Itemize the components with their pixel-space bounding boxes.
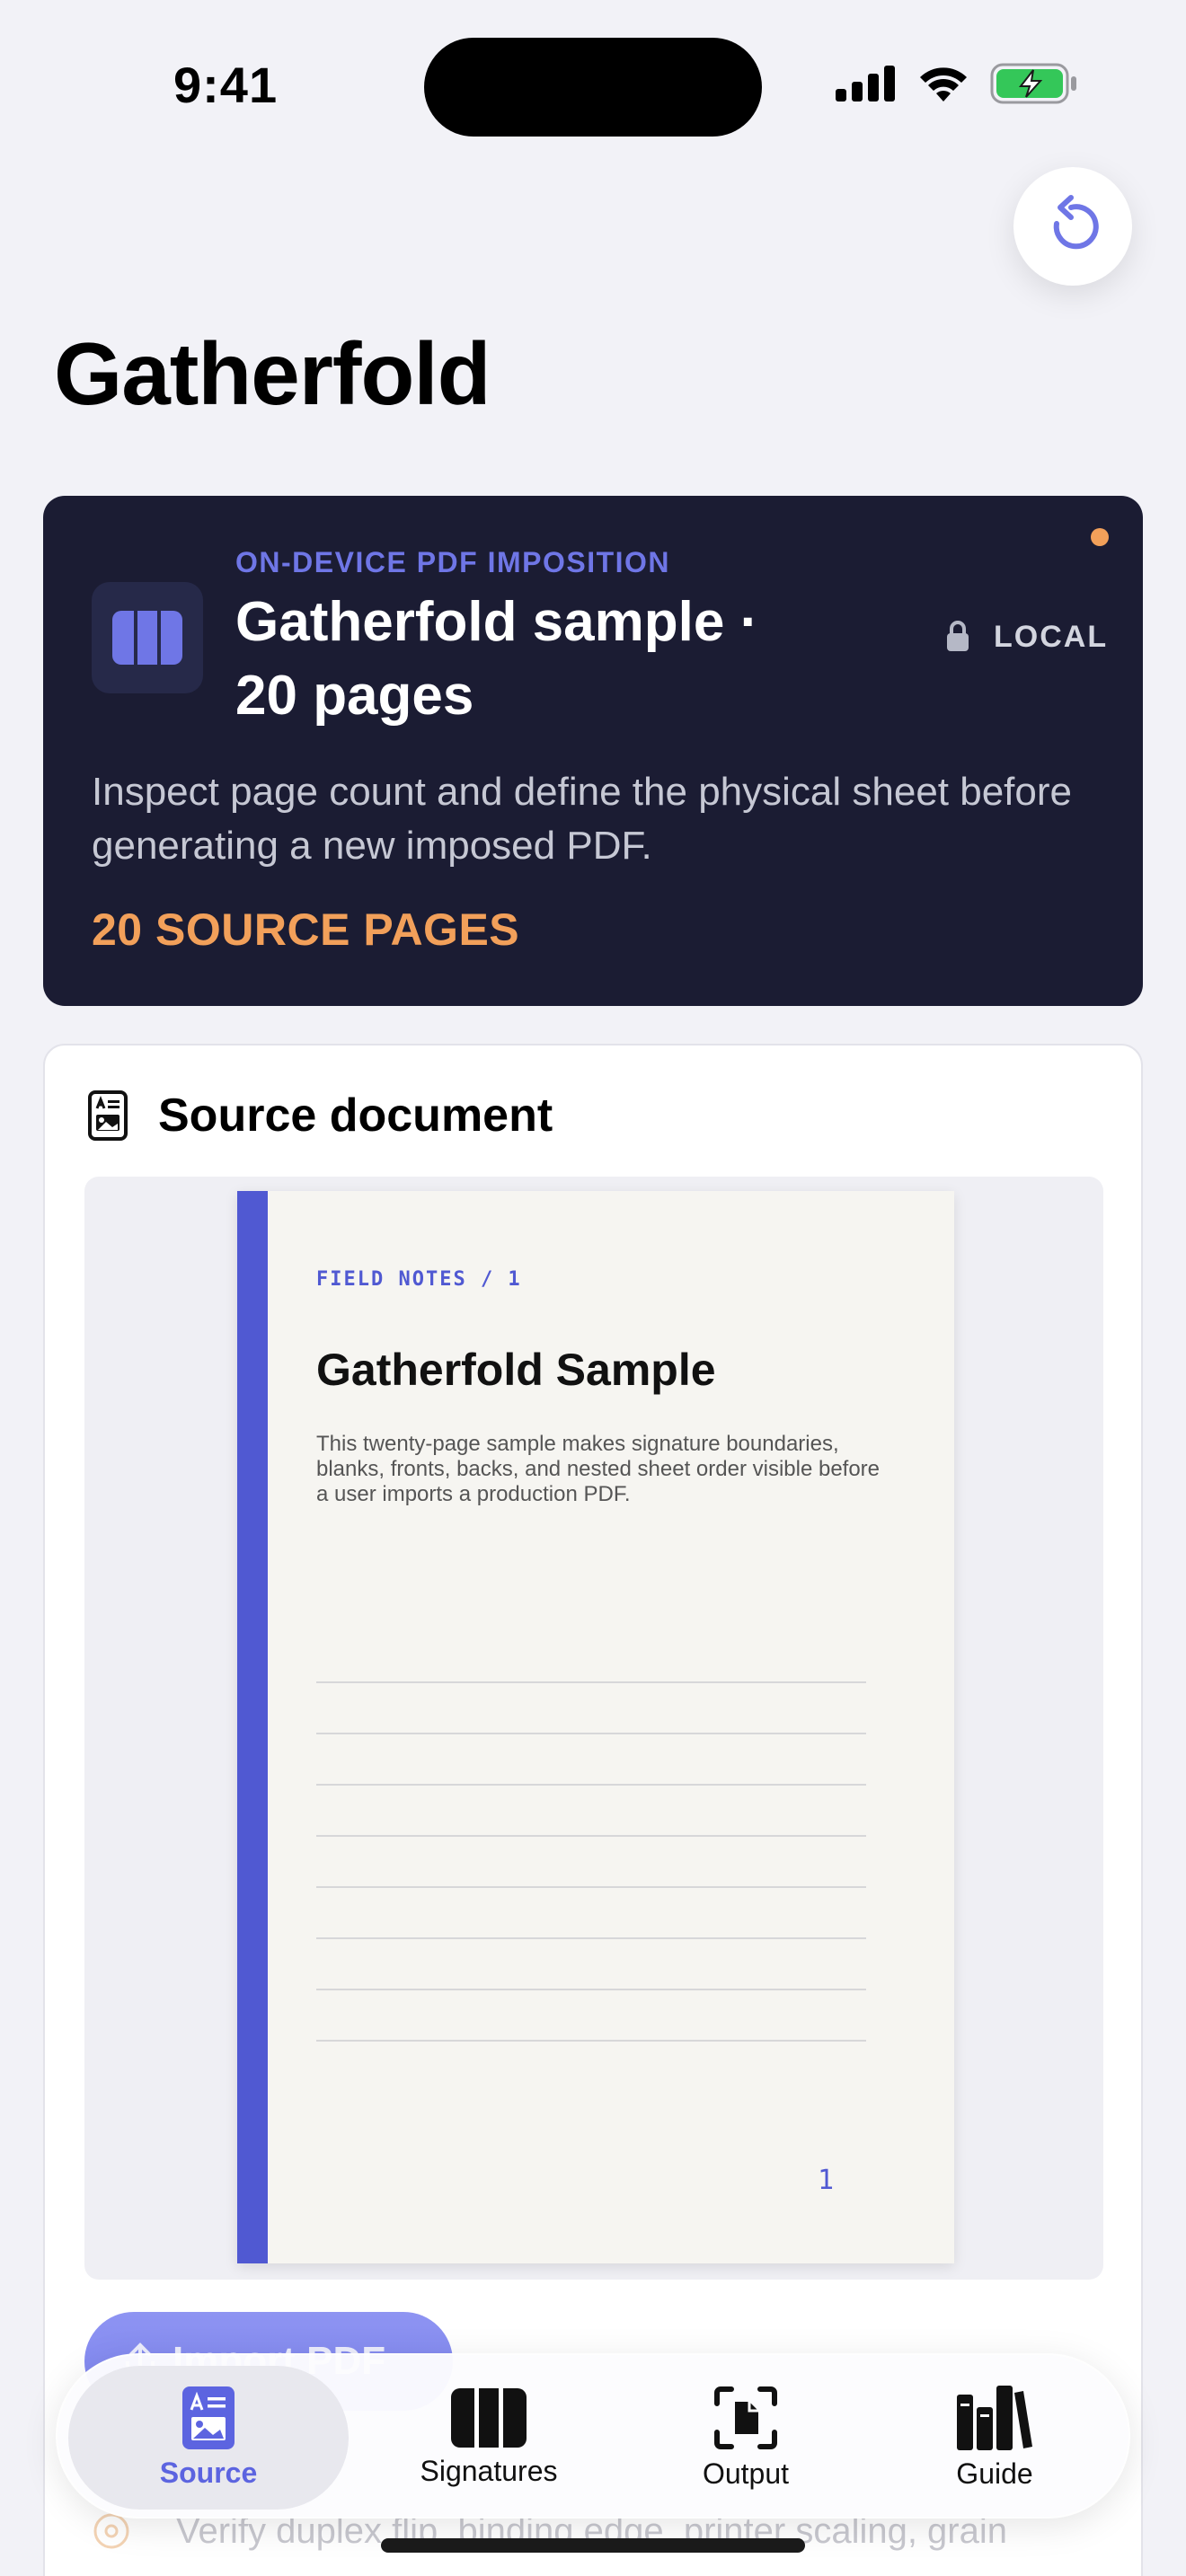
tab-label: Guide <box>956 2457 1033 2490</box>
preview-page-number: 1 <box>818 2165 835 2196</box>
dynamic-island <box>424 38 762 137</box>
reset-button[interactable] <box>1013 167 1132 286</box>
source-page-count: 20 SOURCE PAGES <box>92 904 520 955</box>
page-title: Gatherfold <box>54 324 491 423</box>
tab-source[interactable]: Source <box>68 2366 349 2510</box>
ruled-line <box>316 1835 866 1837</box>
ruled-line <box>316 1937 866 1939</box>
signature-columns-icon <box>92 582 203 693</box>
ruled-line <box>316 1681 866 1683</box>
document-summary-card: ON-DEVICE PDF IMPOSITION Gatherfold samp… <box>43 496 1143 1006</box>
ruled-line <box>316 1784 866 1786</box>
source-document-card: Source document FIELD NOTES / 1 Gatherfo… <box>43 1044 1143 2576</box>
ruled-line <box>316 1989 866 1990</box>
battery-charging-icon <box>990 63 1076 104</box>
pdf-preview[interactable]: FIELD NOTES / 1 Gatherfold Sample This t… <box>84 1177 1103 2280</box>
lock-icon <box>947 621 969 651</box>
ruled-line <box>316 1733 866 1734</box>
preview-title: Gatherfold Sample <box>316 1345 716 1395</box>
app-screen: 9:41 Gatherfold ON-DEVICE PDF IMPOSITION… <box>0 0 1186 2576</box>
tab-output[interactable]: Output <box>611 2355 881 2520</box>
hero-title: Gatherfold sample · 20 pages <box>235 591 759 727</box>
hero-description: Inspect page count and define the physic… <box>92 770 1072 868</box>
tab-label: Signatures <box>420 2454 558 2487</box>
preview-eyebrow: FIELD NOTES / 1 <box>316 1268 522 1291</box>
document-photo-icon <box>182 2386 235 2449</box>
columns-icon <box>451 2387 527 2448</box>
tab-bar: Source Signatures Output Guide <box>56 2353 1130 2519</box>
cellular-signal-icon <box>836 66 895 101</box>
page-spine-bar <box>237 1191 268 2263</box>
hero-eyebrow: ON-DEVICE PDF IMPOSITION <box>235 546 671 578</box>
home-indicator <box>381 2538 805 2553</box>
ruled-line <box>316 1886 866 1888</box>
wifi-icon <box>920 67 967 101</box>
status-dot <box>1091 528 1109 546</box>
preview-body: This twenty-page sample makes signature … <box>316 1432 881 1506</box>
document-photo-icon <box>88 1090 128 1141</box>
status-time: 9:41 <box>173 57 279 113</box>
books-icon <box>957 2385 1032 2450</box>
tab-signatures[interactable]: Signatures <box>354 2355 624 2520</box>
doc-viewfinder-icon <box>714 2386 777 2449</box>
section-title: Source document <box>158 1090 553 1142</box>
tab-guide[interactable]: Guide <box>868 2355 1121 2520</box>
tab-label: Output <box>702 2457 790 2490</box>
preview-page: FIELD NOTES / 1 Gatherfold Sample This t… <box>237 1191 954 2263</box>
counterclockwise-arrow-icon <box>1053 195 1099 250</box>
status-icons <box>836 63 1078 104</box>
tab-label: Source <box>159 2456 258 2489</box>
local-badge: LOCAL <box>994 620 1109 654</box>
ruled-line <box>316 2040 866 2042</box>
